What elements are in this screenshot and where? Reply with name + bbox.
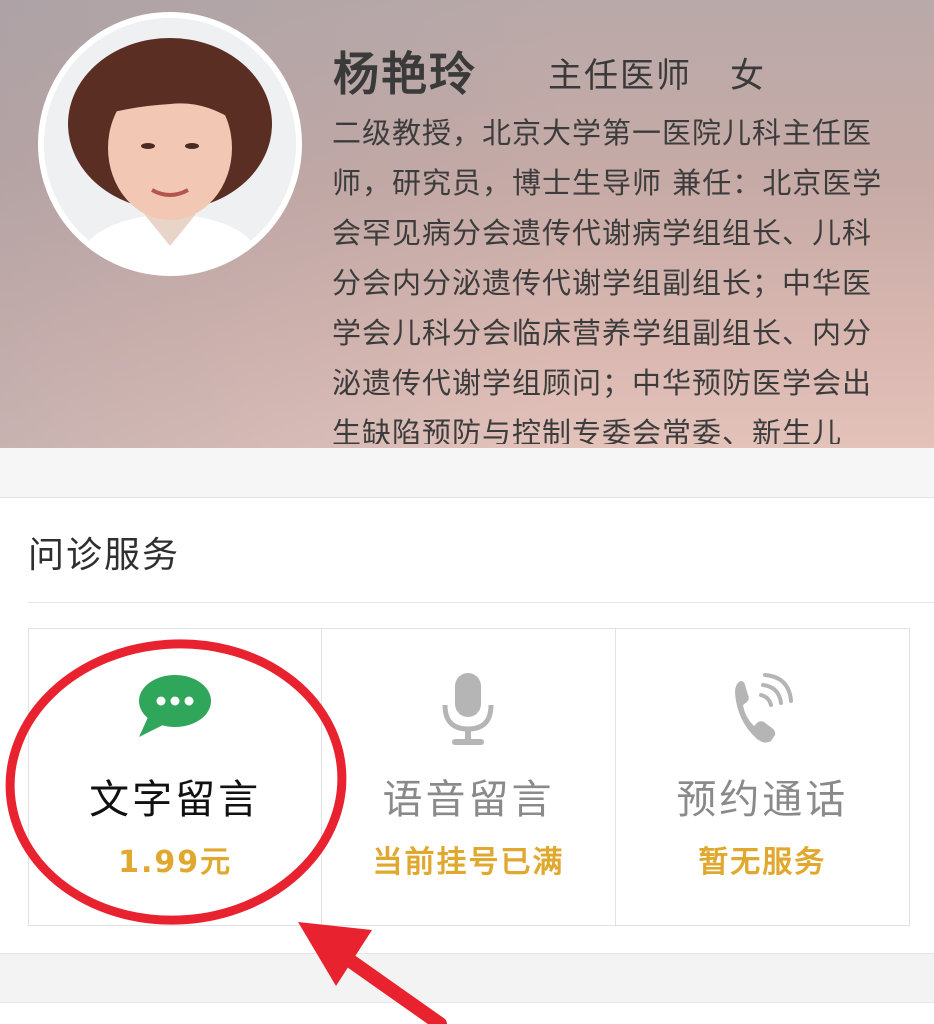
service-voice-message[interactable]: 语音留言 当前挂号已满: [322, 629, 616, 925]
consult-service-section: 问诊服务 文字留言 1.99元 语音留言 当前挂号已满 预约通话 暂无服务: [0, 498, 934, 953]
phone-icon: [735, 673, 794, 743]
doctor-name: 杨艳玲: [333, 47, 477, 101]
microphone-icon: [442, 673, 494, 745]
doctor-title: 主任医师: [548, 56, 692, 96]
doctor-header: 杨艳玲 主任医师 女 二级教授，北京大学第一医院儿科主任医师，研究员，博士生导师…: [0, 0, 934, 448]
section-spacer: [0, 448, 934, 498]
doctor-gender: 女: [730, 56, 764, 96]
doctor-profile-page: 杨艳玲 主任医师 女 二级教授，北京大学第一医院儿科主任医师，研究员，博士生导师…: [0, 0, 934, 1024]
service-name: 语音留言: [382, 777, 555, 823]
section-title: 问诊服务: [28, 535, 181, 576]
service-status: 暂无服务: [698, 845, 827, 880]
service-name: 预约通话: [676, 777, 849, 823]
service-status: 1.99元: [118, 845, 233, 880]
service-grid: 文字留言 1.99元 语音留言 当前挂号已满 预约通话 暂无服务: [28, 628, 910, 926]
next-section-edge: [0, 1002, 934, 1024]
service-text-message[interactable]: 文字留言 1.99元: [29, 629, 323, 925]
service-name: 文字留言: [89, 777, 262, 823]
doctor-portrait-image: [44, 18, 296, 270]
service-phone-call[interactable]: 预约通话 暂无服务: [616, 629, 909, 925]
chat-bubble-icon: [139, 675, 212, 737]
doctor-avatar: [38, 12, 302, 276]
doctor-bio: 二级教授，北京大学第一医院儿科主任医师，研究员，博士生导师 兼任：北京医学会罕见…: [332, 116, 883, 444]
service-status: 当前挂号已满: [372, 845, 565, 880]
section-divider: [28, 602, 934, 603]
